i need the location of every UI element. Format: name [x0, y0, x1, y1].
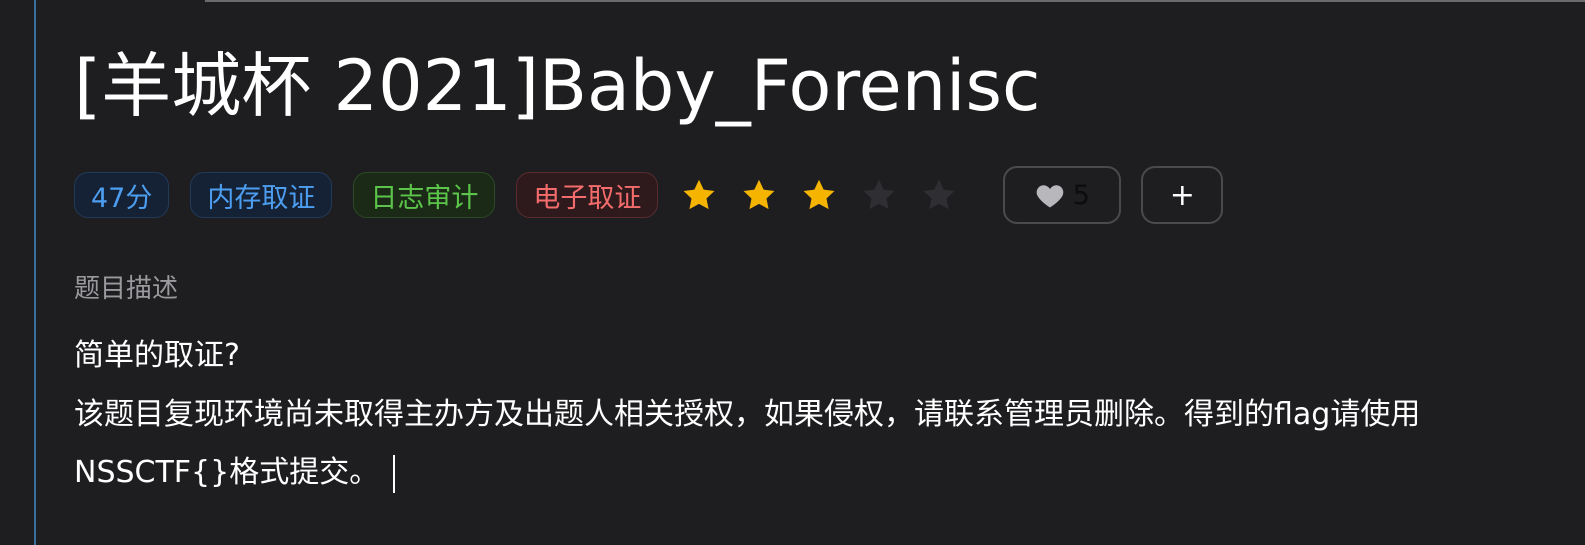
challenge-meta-row: 47分 内存取证 日志审计 电子取证 5 + — [74, 166, 1555, 224]
challenge-panel: [羊城杯 2021]Baby_Forenisc 47分 内存取证 日志审计 电子… — [0, 0, 1585, 545]
star-icon[interactable] — [741, 177, 777, 213]
tag-digital-forensics[interactable]: 电子取证 — [516, 172, 659, 218]
star-icon[interactable] — [801, 177, 837, 213]
left-border — [34, 0, 36, 545]
star-icon[interactable] — [921, 177, 957, 213]
star-icon[interactable] — [861, 177, 897, 213]
text-caret — [393, 454, 396, 493]
tag-log-audit[interactable]: 日志审计 — [353, 172, 496, 218]
tag-memory-forensics[interactable]: 内存取证 — [190, 172, 333, 218]
description-line: 简单的取证? — [74, 338, 240, 373]
challenge-content: [羊城杯 2021]Baby_Forenisc 47分 内存取证 日志审计 电子… — [74, 44, 1555, 503]
challenge-title: [羊城杯 2021]Baby_Forenisc — [74, 45, 1041, 127]
star-icon[interactable] — [681, 177, 717, 213]
like-count: 5 — [1072, 179, 1090, 211]
heart-icon — [1036, 185, 1064, 208]
like-button[interactable]: 5 — [1003, 166, 1122, 224]
top-border — [205, 0, 1585, 2]
score-badge: 47分 — [74, 172, 170, 218]
difficulty-rating — [681, 177, 981, 213]
description-label: 题目描述 — [74, 274, 179, 304]
challenge-description: 简单的取证? 该题目复现环境尚未取得主办方及出题人相关授权，如果侵权，请联系管理… — [74, 327, 1555, 503]
description-line: 该题目复现环境尚未取得主办方及出题人相关授权，如果侵权，请联系管理员删除。得到的… — [74, 386, 1555, 503]
add-button[interactable]: + — [1141, 166, 1224, 224]
